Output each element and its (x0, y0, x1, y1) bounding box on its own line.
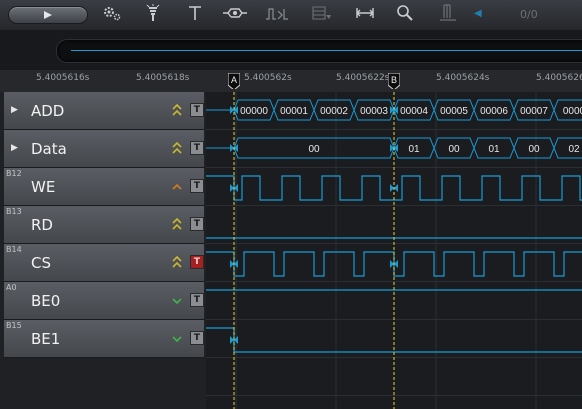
marker-b-flag[interactable]: B (388, 73, 400, 89)
channel-name: ADD (31, 102, 65, 120)
channel-t-button[interactable]: T (190, 103, 204, 117)
text-cursor-icon[interactable] (182, 3, 208, 25)
ruler-tick: 5.4005622s (336, 73, 390, 83)
channel-number: B15 (6, 321, 22, 330)
prev-page-arrow-icon[interactable]: ◀ (474, 8, 482, 19)
channel-row-cs[interactable]: B14 CS T (4, 244, 204, 282)
filter-icon[interactable] (308, 3, 334, 25)
bus-value: 00005 (440, 106, 468, 117)
channel-t-button[interactable]: T (190, 179, 204, 193)
measure-icon[interactable] (352, 3, 378, 25)
bus-value: 0000 (563, 106, 582, 117)
channel-row-rd[interactable]: B13 RD T (4, 206, 204, 244)
zoom-icon[interactable] (392, 3, 418, 25)
channel-number: B13 (6, 207, 22, 216)
bus-value: 00003 (360, 106, 388, 117)
trigger-both-edges-icon[interactable] (170, 217, 184, 231)
play-icon (44, 11, 52, 19)
marker-b-label: B (391, 75, 397, 85)
bus-value: 00007 (520, 106, 548, 117)
channel-name: RD (31, 216, 53, 234)
trigger-falling-edge-icon[interactable] (170, 331, 184, 345)
overview-track[interactable] (56, 39, 582, 63)
channel-t-button[interactable]: T (190, 217, 204, 231)
overview-bar[interactable] (0, 30, 582, 70)
trigger-falling-edge-icon[interactable] (170, 293, 184, 307)
waveform-canvas[interactable]: 00000 00001 00002 00003 00004 00005 00006 00007… (206, 92, 582, 409)
bus-value: 01 (408, 144, 420, 155)
trigger-rising-edge-icon[interactable] (170, 179, 184, 193)
logic-analyzer-window: ◀ 0/0 5.4005616s 5.4005618s 5.400562s 5.… (0, 0, 582, 409)
bus-value: 02 (568, 144, 580, 155)
bus-value: 00001 (280, 106, 308, 117)
channel-t-button-active[interactable]: T (190, 255, 204, 269)
settings-icon[interactable] (98, 3, 124, 25)
marker-a-flag[interactable]: A (228, 73, 240, 89)
channel-number: B14 (6, 245, 22, 254)
channel-t-button[interactable]: T (190, 141, 204, 155)
channel-name: BE0 (31, 292, 61, 310)
channel-row-we[interactable]: B12 WE T (4, 168, 204, 206)
trigger-both-edges-icon[interactable] (170, 255, 184, 269)
toolbar: ◀ 0/0 (0, 0, 582, 31)
bus-value: 00000 (240, 106, 268, 117)
trigger-both-edges-icon[interactable] (170, 141, 184, 155)
run-button[interactable] (8, 6, 88, 24)
channel-name: CS (31, 254, 51, 272)
bus-value: 00 (448, 144, 460, 155)
channel-number: B12 (6, 169, 22, 178)
channel-t-button[interactable]: T (190, 293, 204, 307)
marker-a-label: A (231, 75, 237, 85)
ruler-tick: 5.400562s (244, 73, 292, 83)
trigger-icon[interactable] (140, 3, 166, 25)
expand-arrow-icon[interactable]: ▶ (11, 105, 18, 115)
channel-name: BE1 (31, 330, 61, 348)
trigger-both-edges-icon[interactable] (170, 103, 184, 117)
ruler-tick: 5.4005624s (436, 73, 490, 83)
time-ruler[interactable]: 5.4005616s 5.4005618s 5.400562s 5.400562… (0, 70, 582, 93)
ruler-tick: 5.4005626s (536, 73, 582, 83)
channel-number: A0 (6, 283, 17, 292)
bus-value: 01 (488, 144, 500, 155)
channel-row-be0[interactable]: A0 BE0 T (4, 282, 204, 320)
channel-row-be1[interactable]: B15 BE1 T (4, 320, 204, 358)
channel-row-add[interactable]: ▶ ADD T (4, 92, 204, 130)
ruler-tick: 5.4005618s (136, 73, 190, 83)
protocol-icon[interactable] (264, 3, 290, 25)
channel-list: ▶ ADD T ▶ Data T B12 WE T B13 RD T B14 C… (0, 92, 206, 409)
bus-value: 00002 (320, 106, 348, 117)
bus-value: 00 (308, 144, 320, 155)
overview-waveform (71, 50, 582, 51)
ruler-tick: 5.4005616s (36, 73, 90, 83)
bookmark-icon[interactable] (436, 3, 462, 25)
expand-arrow-icon[interactable]: ▶ (11, 143, 18, 153)
bus-decode-icon[interactable] (222, 3, 248, 25)
bus-value: 00006 (480, 106, 508, 117)
channel-t-button[interactable]: T (190, 331, 204, 345)
channel-row-data[interactable]: ▶ Data T (4, 130, 204, 168)
channel-name: Data (31, 140, 67, 158)
bus-value: 00004 (400, 106, 428, 117)
channel-name: WE (31, 178, 56, 196)
waveform-area[interactable]: 00000 00001 00002 00003 00004 00005 00006 00007… (206, 92, 582, 409)
bus-value: 00 (528, 144, 540, 155)
page-indicator: 0/0 (520, 8, 538, 21)
